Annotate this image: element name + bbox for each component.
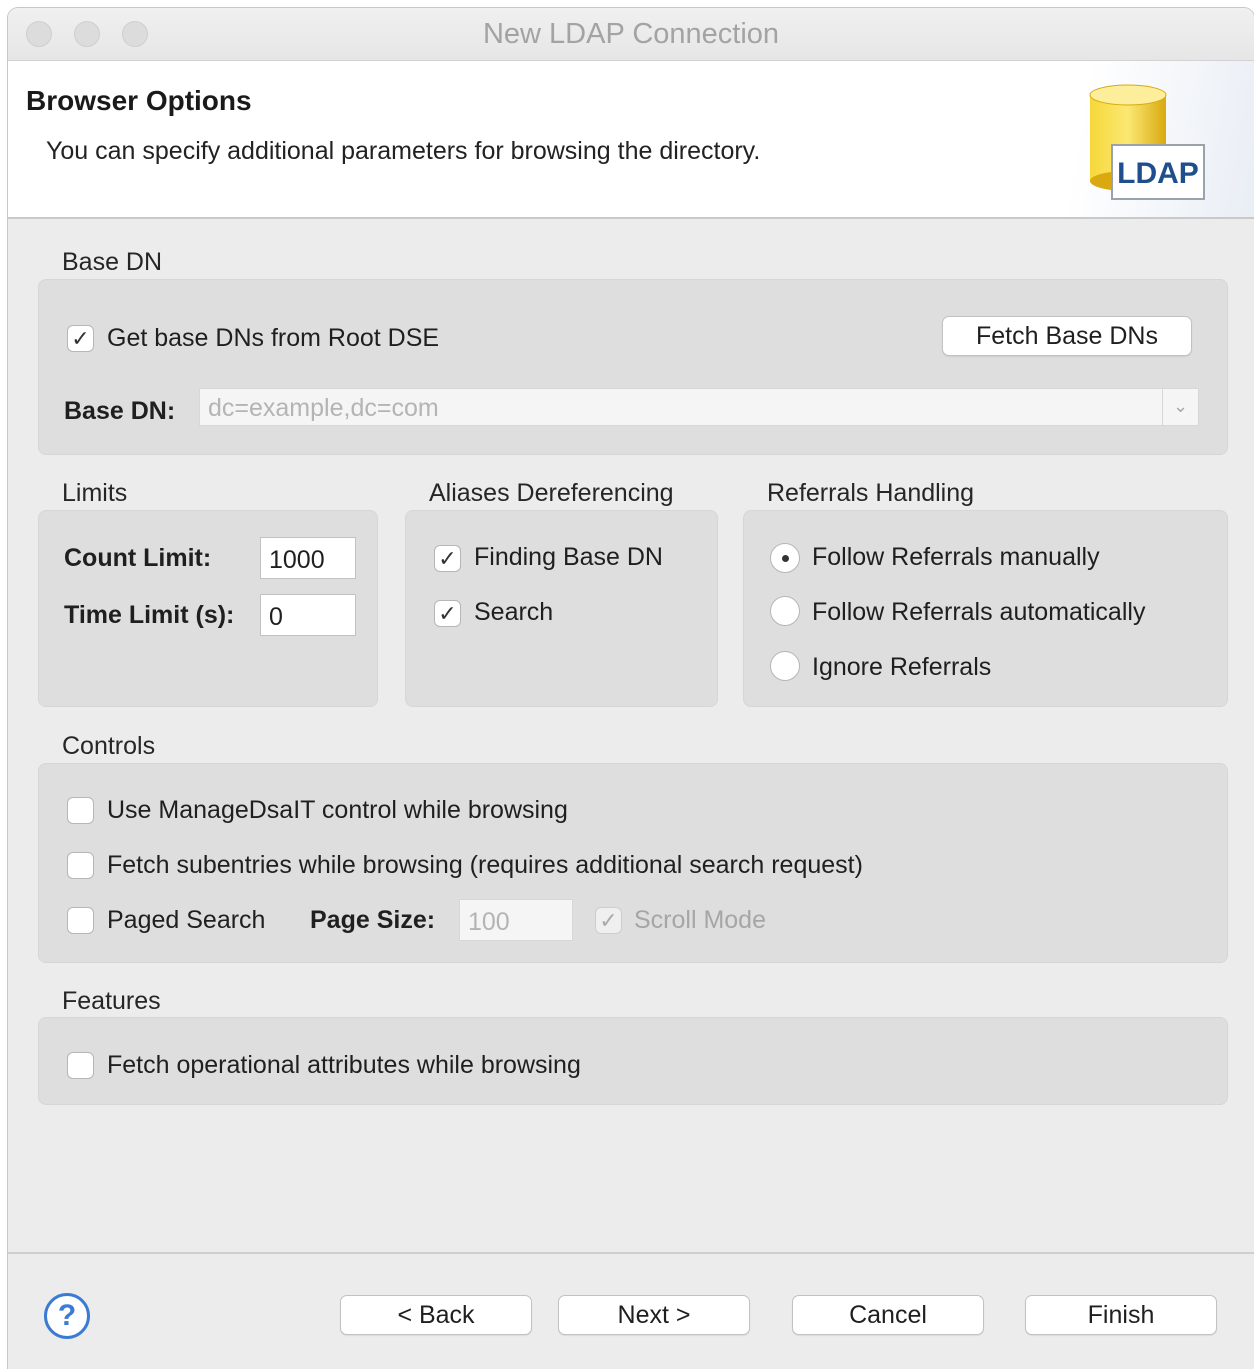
referrals-group-label: Referrals Handling bbox=[767, 479, 975, 507]
get-base-dns-checkbox[interactable]: ✓ bbox=[67, 325, 94, 352]
title-bar: New LDAP Connection bbox=[8, 8, 1254, 61]
time-limit-input[interactable]: 0 bbox=[260, 594, 356, 636]
base-dn-group bbox=[38, 279, 1228, 455]
base-dn-field-label: Base DN: bbox=[64, 397, 176, 425]
fetch-subentries-label: Fetch subentries while browsing (require… bbox=[107, 851, 863, 879]
features-group-label: Features bbox=[62, 987, 161, 1015]
next-button[interactable]: Next > bbox=[558, 1295, 750, 1335]
scroll-mode-checkbox[interactable]: ✓ bbox=[595, 907, 622, 934]
check-icon: ✓ bbox=[599, 908, 618, 933]
ignore-referrals-radio[interactable] bbox=[770, 651, 800, 681]
footer-separator bbox=[8, 1252, 1254, 1254]
page-size-label: Page Size: bbox=[310, 906, 436, 934]
count-limit-input[interactable]: 1000 bbox=[260, 537, 356, 579]
finding-base-dn-checkbox[interactable]: ✓ bbox=[434, 545, 461, 572]
get-base-dns-label: Get base DNs from Root DSE bbox=[107, 324, 440, 352]
search-label: Search bbox=[474, 598, 554, 626]
fetch-operational-label: Fetch operational attributes while brows… bbox=[107, 1051, 581, 1079]
help-icon[interactable]: ? bbox=[44, 1293, 90, 1339]
window-title: New LDAP Connection bbox=[482, 18, 780, 50]
paged-search-label: Paged Search bbox=[107, 906, 266, 934]
radio-selected-dot bbox=[782, 555, 789, 562]
manage-dsait-checkbox[interactable] bbox=[67, 797, 94, 824]
scroll-mode-label: Scroll Mode bbox=[634, 906, 766, 934]
follow-automatically-label: Follow Referrals automatically bbox=[812, 598, 1146, 626]
check-icon: ✓ bbox=[438, 546, 457, 571]
aliases-group-label: Aliases Dereferencing bbox=[429, 479, 674, 507]
page-title: Browser Options bbox=[26, 85, 252, 116]
follow-automatically-radio[interactable] bbox=[770, 596, 800, 626]
follow-manually-radio[interactable] bbox=[770, 543, 800, 573]
ldap-logo-text: LDAP bbox=[1117, 157, 1199, 190]
fetch-base-dns-button[interactable]: Fetch Base DNs bbox=[942, 316, 1192, 356]
check-icon: ✓ bbox=[71, 326, 90, 351]
manage-dsait-label: Use ManageDsaIT control while browsing bbox=[107, 796, 568, 824]
time-limit-label: Time Limit (s): bbox=[64, 601, 235, 629]
page-header: Browser Options You can specify addition… bbox=[8, 61, 1254, 219]
follow-manually-label: Follow Referrals manually bbox=[812, 543, 1100, 571]
ldap-database-icon: LDAP bbox=[1089, 84, 1205, 200]
paged-search-checkbox[interactable] bbox=[67, 907, 94, 934]
dialog-window: New LDAP Connection Browser Options You … bbox=[8, 8, 1254, 1369]
limits-group-label: Limits bbox=[62, 479, 128, 507]
back-button[interactable]: < Back bbox=[340, 1295, 532, 1335]
search-checkbox[interactable]: ✓ bbox=[434, 600, 461, 627]
fetch-subentries-checkbox[interactable] bbox=[67, 852, 94, 879]
base-dn-combo[interactable]: dc=example,dc=com bbox=[199, 388, 1199, 426]
base-dn-group-label: Base DN bbox=[62, 248, 163, 276]
cancel-button[interactable]: Cancel bbox=[792, 1295, 984, 1335]
ignore-referrals-label: Ignore Referrals bbox=[812, 653, 992, 681]
fetch-operational-checkbox[interactable] bbox=[67, 1052, 94, 1079]
finish-button[interactable]: Finish bbox=[1025, 1295, 1217, 1335]
finding-base-dn-label: Finding Base DN bbox=[474, 543, 663, 571]
page-size-input[interactable]: 100 bbox=[459, 899, 573, 941]
page-description: You can specify additional parameters fo… bbox=[46, 137, 761, 165]
check-icon: ✓ bbox=[438, 601, 457, 626]
controls-group-label: Controls bbox=[62, 732, 156, 760]
count-limit-label: Count Limit: bbox=[64, 544, 212, 572]
chevron-down-icon[interactable]: ⌄ bbox=[1162, 388, 1198, 426]
